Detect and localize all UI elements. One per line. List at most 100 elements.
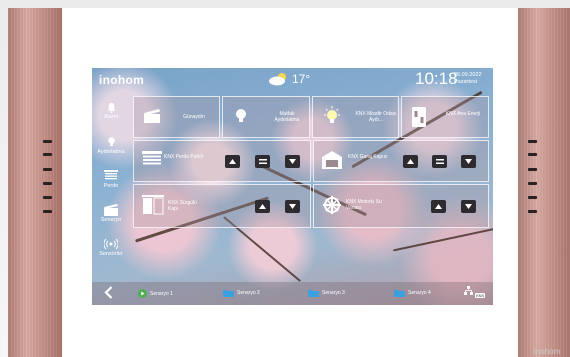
date-display: 26.09.2022 Pazartesi — [454, 72, 482, 86]
card-surgulu-kapi[interactable]: KNX Sürgülü Kapı — [133, 184, 311, 228]
down-button[interactable] — [285, 200, 300, 213]
bezel-slot — [43, 196, 52, 199]
down-button[interactable] — [461, 155, 476, 168]
clapper-icon — [144, 109, 160, 123]
up-button[interactable] — [403, 155, 418, 168]
card-title: Mutfak Aydınlatma — [274, 111, 300, 123]
sidebar-item-label: Sensörler — [99, 251, 123, 257]
left-bezel — [8, 8, 62, 357]
bezel-slot — [43, 210, 52, 213]
scenario-icon — [104, 204, 118, 216]
wallpaper-branch — [392, 226, 493, 252]
card-title: KNX Garaj Kapısı — [348, 154, 388, 160]
play-circle-icon — [138, 289, 147, 298]
scene-label: Senaryo 3 — [322, 290, 345, 296]
bezel-slot — [43, 140, 52, 143]
sidebar-item-label: Perde — [103, 183, 119, 189]
card-garaj-kapisi[interactable]: KNX Garaj Kapısı — [313, 140, 489, 182]
sidebar-item-aydinlatma[interactable]: Aydınlatma — [94, 136, 128, 155]
garage-icon — [322, 151, 342, 169]
bezel-slot — [528, 153, 537, 156]
stop-button[interactable] — [432, 155, 447, 168]
knx-badge: KNX — [475, 293, 486, 298]
bezel-slot — [528, 168, 537, 171]
brand-logo: inohom — [99, 73, 145, 87]
valve-icon — [323, 196, 341, 214]
right-bezel — [518, 8, 570, 357]
day-value: Pazartesi — [454, 79, 477, 85]
bezel-slot — [528, 182, 537, 185]
down-button[interactable] — [461, 200, 476, 213]
scene-button-1[interactable]: Senaryo 1 — [138, 289, 173, 298]
folder-icon — [394, 290, 405, 297]
scene-label: Senaryo 2 — [237, 290, 260, 296]
stop-button[interactable] — [255, 155, 270, 168]
weather-widget[interactable]: 17° — [268, 71, 310, 86]
card-ana-enerji[interactable]: KNX Ana Enerji — [401, 96, 489, 138]
up-button[interactable] — [225, 155, 240, 168]
triangle-up-icon — [259, 204, 266, 209]
equals-icon — [435, 159, 444, 164]
scene-button-4[interactable]: Senaryo 4 — [394, 289, 431, 297]
blind-icon — [104, 170, 118, 180]
blind-icon — [142, 151, 162, 165]
card-perde-parlor[interactable]: KNX Perde Parlör — [133, 140, 311, 182]
chevron-left-icon — [104, 286, 113, 299]
card-title: KNX Misafir Odası Aydı... — [355, 111, 397, 123]
temperature: 17° — [292, 71, 311, 86]
bulb-icon — [236, 109, 246, 122]
clock-time: 10:18 — [415, 69, 458, 88]
triangle-down-icon — [465, 159, 472, 164]
triangle-up-icon — [435, 204, 442, 209]
card-misafir-odasi[interactable]: KNX Misafir Odası Aydı... — [312, 96, 399, 138]
touch-screen: inohom 17° 10:18 26.09.2022 Pazartesi Al… — [92, 68, 493, 305]
card-gunaydin[interactable]: Günaydın — [133, 96, 220, 138]
scene-button-3[interactable]: Senaryo 3 — [308, 289, 345, 297]
bezel-slot — [528, 210, 537, 213]
up-button[interactable] — [255, 200, 270, 213]
sidebar-item-senaryo[interactable]: Senaryo — [94, 204, 128, 223]
triangle-up-icon — [407, 159, 414, 164]
up-button[interactable] — [431, 200, 446, 213]
card-title: KNX Sürgülü Kapı — [168, 200, 197, 212]
sliding-door-icon — [142, 195, 164, 215]
triangle-up-icon — [229, 159, 236, 164]
card-title: KNX Ana Enerji — [445, 111, 481, 117]
sidebar-item-label: Alarm — [103, 114, 119, 120]
bezel-slot — [43, 168, 52, 171]
bulb-on-icon — [324, 106, 340, 123]
network-icon — [464, 286, 473, 295]
watermark: inohom — [534, 347, 561, 356]
sensor-icon — [104, 238, 118, 250]
scene-label: Senaryo 4 — [408, 290, 431, 296]
card-mutfak-aydinlatma[interactable]: Mutfak Aydınlatma — [222, 96, 310, 138]
fuse-icon — [412, 107, 426, 127]
sidebar-item-alarm[interactable]: Alarm — [94, 102, 128, 120]
sidebar-item-label: Senaryo — [100, 217, 122, 223]
triangle-down-icon — [289, 159, 296, 164]
bezel-slot — [528, 196, 537, 199]
card-title: KNX Perde Parlör — [164, 154, 204, 160]
bell-icon — [106, 102, 116, 113]
status-bar: inohom 17° 10:18 26.09.2022 Pazartesi — [92, 68, 493, 92]
equals-icon — [258, 159, 267, 164]
sidebar-item-label: Aydınlatma — [97, 149, 125, 155]
back-button[interactable] — [104, 286, 113, 302]
card-su-vanasi[interactable]: KNX Motorlu Su Vanası — [313, 184, 489, 228]
sidebar-item-sensorler[interactable]: Sensörler — [94, 238, 128, 257]
scene-button-2[interactable]: Senaryo 2 — [223, 289, 260, 297]
bezel-slot — [528, 140, 537, 143]
sidebar-item-perde[interactable]: Perde — [94, 170, 128, 189]
folder-icon — [308, 290, 319, 297]
card-title: KNX Motorlu Su Vanası — [346, 199, 382, 211]
bezel-slot — [43, 182, 52, 185]
bulb-icon — [107, 137, 115, 147]
down-button[interactable] — [285, 155, 300, 168]
triangle-down-icon — [289, 204, 296, 209]
folder-icon — [223, 290, 234, 297]
bezel-slot — [43, 153, 52, 156]
triangle-down-icon — [465, 204, 472, 209]
cloud-sun-icon — [269, 73, 286, 86]
date-value: 26.09.2022 — [454, 72, 482, 78]
card-title: Günaydın — [183, 114, 205, 120]
